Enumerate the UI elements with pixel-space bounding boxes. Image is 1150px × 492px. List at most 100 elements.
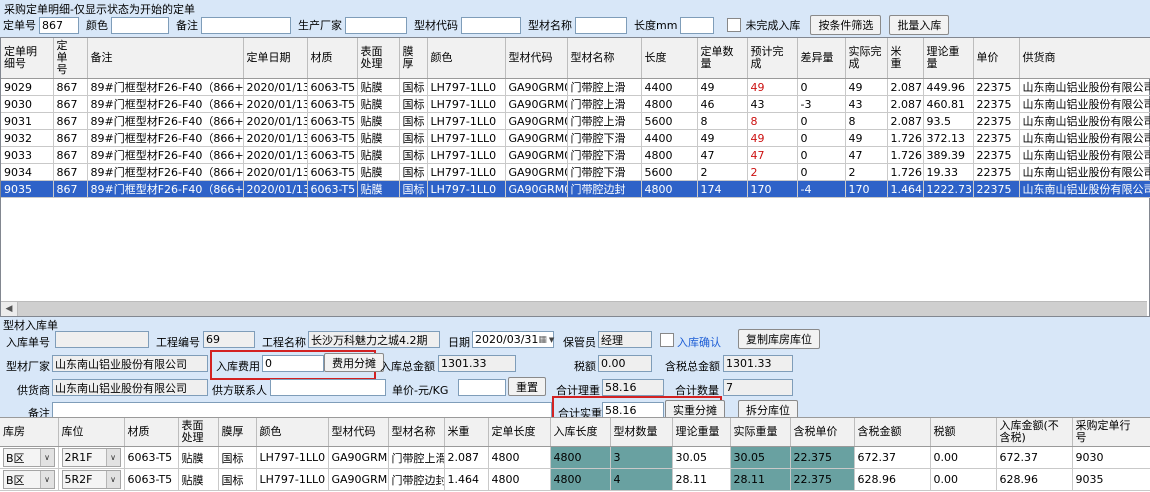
scrollbar-thumb[interactable] <box>18 302 1147 316</box>
cell[interactable]: 贴膜 <box>357 113 399 130</box>
chevron-down-icon[interactable]: ∨ <box>40 449 54 466</box>
profile-code-input[interactable] <box>461 17 521 34</box>
cell[interactable]: 174 <box>697 181 747 198</box>
cell[interactable]: 0 <box>797 147 845 164</box>
cell[interactable]: 6063-T5 <box>307 181 357 198</box>
filter-by-condition-button[interactable]: 按条件筛选 <box>810 15 881 35</box>
dropdown[interactable]: 2R1F∨ <box>62 448 121 467</box>
cell[interactable]: 9031 <box>1 113 53 130</box>
cell[interactable]: GA90GRM03 <box>505 79 567 96</box>
cell[interactable]: 49 <box>747 79 797 96</box>
cell[interactable]: 5600 <box>641 164 697 181</box>
chevron-down-icon[interactable]: ∨ <box>106 471 120 488</box>
keeper-field[interactable] <box>598 331 652 348</box>
cell[interactable]: 2 <box>747 164 797 181</box>
cell[interactable]: 89#门框型材F26-F40（866+867） <box>87 79 243 96</box>
remark-input[interactable] <box>201 17 291 34</box>
cell[interactable]: 门带腔下滑 <box>567 130 641 147</box>
receipt-no-field[interactable] <box>55 331 149 348</box>
cell[interactable]: 山东南山铝业股份有限公司 <box>1019 147 1150 164</box>
cell[interactable]: 22375 <box>973 79 1019 96</box>
cell[interactable]: 门带腔上滑 <box>567 79 641 96</box>
cell[interactable]: 867 <box>53 147 87 164</box>
cell[interactable]: LH797-1LL0 <box>256 469 328 491</box>
cell[interactable]: 4800 <box>488 447 550 469</box>
cell[interactable]: 49 <box>845 130 887 147</box>
cell[interactable]: LH797-1LL0 <box>427 130 505 147</box>
cell[interactable]: 867 <box>53 130 87 147</box>
cell[interactable]: 6063-T5 <box>307 147 357 164</box>
cell[interactable]: 672.37 <box>996 447 1072 469</box>
cell[interactable]: 28.11 <box>730 469 790 491</box>
manufacturer-input[interactable] <box>345 17 407 34</box>
cell[interactable]: 1222.73 <box>923 181 973 198</box>
table-row[interactable]: 902986789#门框型材F26-F40（866+867）2020/01/13… <box>1 79 1150 96</box>
total-qty-field[interactable] <box>723 379 793 396</box>
cell[interactable]: 9030 <box>1072 447 1150 469</box>
table-row[interactable]: 903486789#门框型材F26-F40（866+867）2020/01/13… <box>1 164 1150 181</box>
cell[interactable]: 0.00 <box>930 469 996 491</box>
cell[interactable]: 2020/01/13 <box>243 181 307 198</box>
cell[interactable]: 89#门框型材F26-F40（866+867） <box>87 96 243 113</box>
cell[interactable]: 389.39 <box>923 147 973 164</box>
cell[interactable]: 2020/01/13 <box>243 130 307 147</box>
cell[interactable]: LH797-1LL0 <box>427 164 505 181</box>
cell[interactable]: 国标 <box>399 96 427 113</box>
cell[interactable]: 4800 <box>488 469 550 491</box>
cell[interactable]: 867 <box>53 164 87 181</box>
cell[interactable]: 43 <box>845 96 887 113</box>
cell[interactable]: 2 <box>697 164 747 181</box>
project-no-field[interactable] <box>203 331 255 348</box>
cell[interactable]: LH797-1LL0 <box>427 113 505 130</box>
cell[interactable]: 867 <box>53 181 87 198</box>
cell[interactable]: 9035 <box>1072 469 1150 491</box>
cell[interactable]: 89#门框型材F26-F40（866+867） <box>87 147 243 164</box>
cell[interactable]: 47 <box>845 147 887 164</box>
dropdown[interactable]: B区∨ <box>3 470 55 489</box>
cell[interactable]: 49 <box>845 79 887 96</box>
cell[interactable]: 4 <box>610 469 672 491</box>
cell[interactable]: 93.5 <box>923 113 973 130</box>
cell[interactable]: 山东南山铝业股份有限公司 <box>1019 181 1150 198</box>
inbound-fee-field[interactable] <box>262 355 324 372</box>
cell[interactable]: 门带腔上滑 <box>567 113 641 130</box>
cell[interactable]: 2.087 <box>887 79 923 96</box>
table-row[interactable]: 903086789#门框型材F26-F40（866+867）2020/01/13… <box>1 96 1150 113</box>
cell[interactable]: 4400 <box>641 79 697 96</box>
cell[interactable]: 30.05 <box>730 447 790 469</box>
unit-price-field[interactable] <box>458 379 506 396</box>
cell[interactable]: 49 <box>697 79 747 96</box>
chevron-down-icon[interactable]: ▼ <box>549 336 554 344</box>
supplier-field[interactable] <box>52 379 208 396</box>
cell[interactable]: 门带腔上滑 <box>388 447 444 469</box>
table-row[interactable]: B区∨2R1F∨6063-T5贴膜国标LH797-1LL0GA90GRM03门带… <box>0 447 1150 469</box>
cell[interactable]: 贴膜 <box>357 147 399 164</box>
cell[interactable]: 460.81 <box>923 96 973 113</box>
cell[interactable]: 2020/01/13 <box>243 96 307 113</box>
cell[interactable]: 国标 <box>218 447 256 469</box>
scroll-left-icon[interactable]: ◀ <box>1 302 18 316</box>
cell[interactable]: 山东南山铝业股份有限公司 <box>1019 164 1150 181</box>
cell[interactable]: 22375 <box>973 164 1019 181</box>
table-row[interactable]: 903586789#门框型材F26-F40（866+867）2020/01/13… <box>1 181 1150 198</box>
cell[interactable]: 8 <box>845 113 887 130</box>
cell[interactable]: 6063-T5 <box>307 79 357 96</box>
cell[interactable]: 贴膜 <box>178 469 218 491</box>
length-input[interactable] <box>680 17 714 34</box>
cell[interactable]: 1.726 <box>887 164 923 181</box>
cell[interactable]: 867 <box>53 79 87 96</box>
cell[interactable]: 2R1F∨ <box>58 447 124 469</box>
cell[interactable]: 9032 <box>1 130 53 147</box>
cell[interactable]: 4800 <box>641 96 697 113</box>
cell[interactable]: 9030 <box>1 96 53 113</box>
batch-inbound-button[interactable]: 批量入库 <box>889 15 949 35</box>
cell[interactable]: 22.375 <box>790 447 854 469</box>
cell[interactable]: 46 <box>697 96 747 113</box>
cell[interactable]: 8 <box>747 113 797 130</box>
cell[interactable]: LH797-1LL0 <box>256 447 328 469</box>
cell[interactable]: 贴膜 <box>357 181 399 198</box>
cell[interactable]: 628.96 <box>996 469 1072 491</box>
cell[interactable]: 国标 <box>399 130 427 147</box>
cell[interactable]: LH797-1LL0 <box>427 96 505 113</box>
cell[interactable]: 9033 <box>1 147 53 164</box>
